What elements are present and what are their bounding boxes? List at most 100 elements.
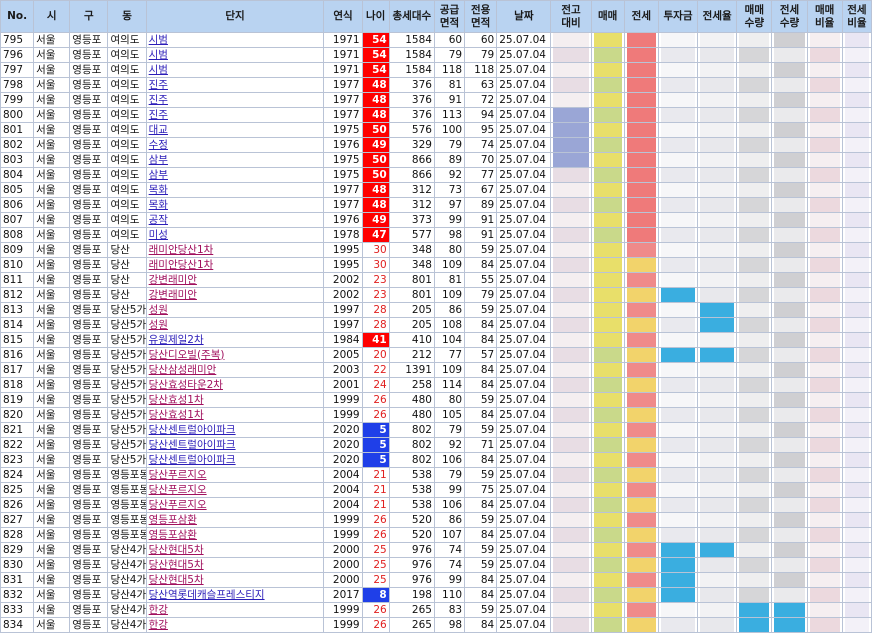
cell-gu[interactable]: 영등포 — [69, 587, 109, 603]
cell-invest[interactable] — [657, 437, 699, 453]
cell-vs-high[interactable] — [550, 617, 592, 633]
cell-invest[interactable] — [657, 422, 699, 438]
cell-date[interactable]: 25.07.04 — [496, 602, 552, 618]
table-row[interactable]: 812 서울 영등포 당산 강변래미안 2002 23 801 109 79 25.07.04 — [0, 287, 872, 303]
cell-sale-ratio[interactable] — [806, 557, 843, 573]
cell-jeonse-count[interactable] — [771, 437, 808, 453]
cell-exclusive-area[interactable]: 70 — [464, 152, 498, 168]
cell-households[interactable]: 866 — [388, 152, 435, 168]
cell-jeonse-count[interactable] — [771, 602, 808, 618]
cell-gu[interactable]: 영등포 — [69, 242, 109, 258]
cell-age[interactable]: 8 — [361, 587, 390, 603]
cell-year[interactable]: 2020 — [323, 437, 363, 453]
cell-vs-high[interactable] — [550, 62, 592, 78]
cell-age[interactable]: 26 — [361, 392, 390, 408]
cell-vs-high[interactable] — [550, 572, 592, 588]
table-row[interactable]: 830 서울 영등포 당산4가 당산현대5차 2000 25 976 74 59 25.07.04 — [0, 557, 872, 573]
cell-dong[interactable]: 여의도 — [107, 77, 147, 93]
cell-households[interactable]: 312 — [388, 197, 435, 213]
cell-no[interactable]: 823 — [0, 452, 35, 468]
cell-age[interactable]: 20 — [361, 347, 390, 363]
cell-gu[interactable]: 영등포 — [69, 482, 109, 498]
cell-sale[interactable] — [590, 557, 625, 573]
cell-sale[interactable] — [590, 452, 625, 468]
cell-sale-count[interactable] — [736, 557, 773, 573]
cell-si[interactable]: 서울 — [33, 77, 71, 93]
cell-si[interactable]: 서울 — [33, 602, 71, 618]
cell-jeonse[interactable] — [623, 272, 659, 288]
cell-jeonse[interactable] — [623, 557, 659, 573]
cell-supply-area[interactable]: 98 — [433, 617, 466, 633]
cell-vs-high[interactable] — [550, 602, 592, 618]
cell-sale-count[interactable] — [736, 542, 773, 558]
table-row[interactable]: 796 서울 영등포 여의도 시범 1971 54 1584 79 79 25.07.04 — [0, 47, 872, 63]
cell-households[interactable]: 376 — [388, 92, 435, 108]
cell-gu[interactable]: 영등포 — [69, 257, 109, 273]
cell-jeonse[interactable] — [623, 452, 659, 468]
cell-sale-count[interactable] — [736, 92, 773, 108]
cell-exclusive-area[interactable]: 89 — [464, 197, 498, 213]
cell-age[interactable]: 5 — [361, 437, 390, 453]
cell-jeonse-rate[interactable] — [697, 482, 738, 498]
table-row[interactable]: 818 서울 영등포 당산5가 당산효성타운2차 2001 24 258 114 84 25.07.… — [0, 377, 872, 393]
cell-jeonse-rate[interactable] — [697, 422, 738, 438]
cell-no[interactable]: 805 — [0, 182, 35, 198]
cell-exclusive-area[interactable]: 59 — [464, 602, 498, 618]
cell-sale[interactable] — [590, 287, 625, 303]
cell-age[interactable]: 54 — [361, 47, 390, 63]
cell-danji[interactable]: 미성 — [145, 227, 325, 243]
cell-sale-count[interactable] — [736, 32, 773, 48]
cell-danji[interactable]: 당산푸르지오 — [145, 467, 325, 483]
cell-sale-count[interactable] — [736, 317, 773, 333]
cell-supply-area[interactable]: 79 — [433, 137, 466, 153]
cell-invest[interactable] — [657, 347, 699, 363]
cell-sale-ratio[interactable] — [806, 377, 843, 393]
cell-age[interactable]: 47 — [361, 227, 390, 243]
cell-danji[interactable]: 래미안당산1차 — [145, 257, 325, 273]
cell-sale-count[interactable] — [736, 107, 773, 123]
cell-supply-area[interactable]: 81 — [433, 272, 466, 288]
cell-age[interactable]: 48 — [361, 107, 390, 123]
cell-supply-area[interactable]: 118 — [433, 62, 466, 78]
cell-jeonse-ratio[interactable] — [841, 182, 872, 198]
cell-si[interactable]: 서울 — [33, 137, 71, 153]
cell-sale-count[interactable] — [736, 227, 773, 243]
cell-danji[interactable]: 영등포삼환 — [145, 527, 325, 543]
cell-exclusive-area[interactable]: 77 — [464, 167, 498, 183]
cell-dong[interactable]: 여의도 — [107, 62, 147, 78]
cell-jeonse-ratio[interactable] — [841, 512, 872, 528]
cell-no[interactable]: 796 — [0, 47, 35, 63]
cell-year[interactable]: 2000 — [323, 557, 363, 573]
cell-sale[interactable] — [590, 242, 625, 258]
cell-sale-count[interactable] — [736, 407, 773, 423]
cell-gu[interactable]: 영등포 — [69, 422, 109, 438]
cell-households[interactable]: 329 — [388, 137, 435, 153]
cell-exclusive-area[interactable]: 91 — [464, 227, 498, 243]
cell-jeonse-rate[interactable] — [697, 527, 738, 543]
cell-vs-high[interactable] — [550, 482, 592, 498]
cell-jeonse[interactable] — [623, 347, 659, 363]
cell-jeonse-rate[interactable] — [697, 452, 738, 468]
cell-jeonse-ratio[interactable] — [841, 392, 872, 408]
cell-exclusive-area[interactable]: 59 — [464, 422, 498, 438]
cell-date[interactable]: 25.07.04 — [496, 287, 552, 303]
cell-gu[interactable]: 영등포 — [69, 437, 109, 453]
cell-date[interactable]: 25.07.04 — [496, 497, 552, 513]
cell-no[interactable]: 808 — [0, 227, 35, 243]
cell-jeonse[interactable] — [623, 137, 659, 153]
cell-sale[interactable] — [590, 152, 625, 168]
cell-sale-count[interactable] — [736, 62, 773, 78]
cell-jeonse[interactable] — [623, 32, 659, 48]
cell-jeonse-count[interactable] — [771, 77, 808, 93]
cell-year[interactable]: 2020 — [323, 422, 363, 438]
cell-households[interactable]: 1584 — [388, 62, 435, 78]
cell-supply-area[interactable]: 109 — [433, 362, 466, 378]
cell-jeonse-count[interactable] — [771, 167, 808, 183]
cell-date[interactable]: 25.07.04 — [496, 197, 552, 213]
cell-dong[interactable]: 여의도 — [107, 122, 147, 138]
cell-year[interactable]: 2005 — [323, 347, 363, 363]
table-row[interactable]: 809 서울 영등포 당산 래미안당산1차 1995 30 348 80 59 25.07.04 — [0, 242, 872, 258]
cell-invest[interactable] — [657, 122, 699, 138]
cell-danji[interactable]: 대교 — [145, 122, 325, 138]
cell-age[interactable]: 26 — [361, 617, 390, 633]
